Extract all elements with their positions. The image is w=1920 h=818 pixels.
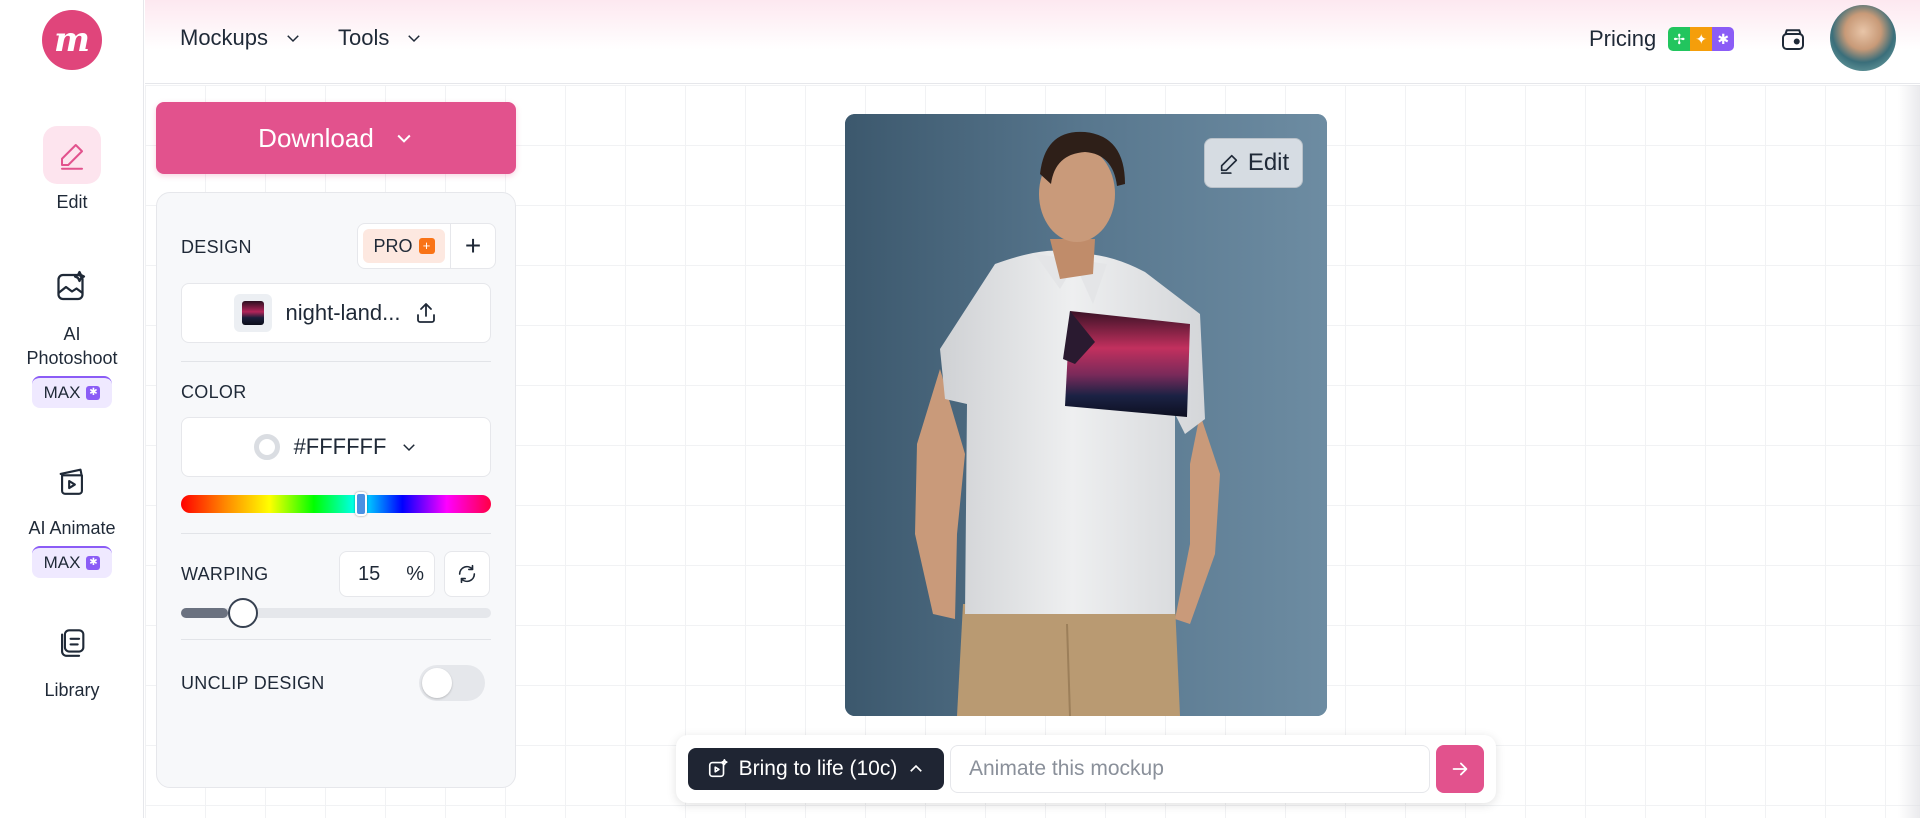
pencil-icon — [43, 126, 101, 184]
arrow-right-icon — [1452, 762, 1468, 776]
pricing-link[interactable]: Pricing ✢ ✦ ✱ — [1589, 22, 1735, 56]
sidebar-item-library[interactable]: Library — [0, 614, 144, 702]
sidebar-item-label: Library — [44, 680, 100, 700]
percent-unit: % — [406, 562, 424, 585]
design-thumbnail — [233, 294, 272, 332]
sidebar-item-ai-photoshoot[interactable]: AI Photoshoot MAX ✱ — [0, 258, 144, 408]
divider — [181, 533, 491, 534]
edit-mockup-button[interactable]: Edit — [1204, 138, 1303, 188]
plan-green-icon: ✢ — [1668, 27, 1691, 51]
chevron-down-icon — [397, 134, 411, 143]
design-file-field[interactable]: night-land... — [181, 283, 491, 343]
plan-badges: ✢ ✦ ✱ — [1668, 27, 1735, 51]
chevron-down-icon — [403, 444, 416, 452]
plus-badge-icon: + — [418, 238, 435, 254]
sparkle-icon: ✱ — [86, 556, 101, 570]
mockup-preview-image[interactable] — [845, 114, 1327, 716]
color-value: #FFFFFF — [293, 434, 387, 459]
photoshoot-icon — [43, 258, 101, 316]
pro-button[interactable]: PRO + — [357, 223, 451, 269]
video-sparkle-icon — [708, 759, 728, 778]
color-picker-field[interactable]: #FFFFFF — [181, 417, 491, 477]
chevron-down-icon — [287, 35, 299, 43]
download-label: Download — [258, 122, 374, 153]
warping-input[interactable]: % — [339, 551, 435, 597]
sidebar-item-label: AI Photoshoot — [26, 324, 118, 368]
library-icon — [43, 614, 101, 672]
divider — [181, 639, 491, 640]
design-settings-panel: DESIGN PRO + + night-land... COLOR #FFFF… — [156, 192, 516, 788]
max-badge: MAX ✱ — [31, 546, 113, 578]
right-edge-shadow — [1898, 85, 1920, 818]
download-button[interactable]: Download — [156, 102, 516, 174]
max-badge: MAX ✱ — [31, 376, 113, 408]
plus-icon: + — [464, 230, 482, 261]
max-badge-label: MAX — [43, 553, 81, 572]
color-swatch — [253, 434, 280, 460]
pricing-label: Pricing — [1589, 26, 1657, 51]
sparkle-icon: ✱ — [86, 386, 101, 400]
toggle-knob — [422, 668, 452, 698]
hue-slider-handle[interactable] — [354, 492, 367, 516]
nav-tools-label: Tools — [338, 25, 390, 50]
sidebar-item-edit[interactable]: Edit — [0, 126, 144, 214]
unclip-design-label: UNCLIP DESIGN — [181, 673, 325, 693]
animate-icon — [43, 452, 101, 510]
divider — [181, 361, 491, 362]
sidebar-item-label: Edit — [56, 192, 88, 212]
add-design-button[interactable]: + — [450, 223, 496, 269]
send-button[interactable] — [1436, 745, 1484, 793]
refresh-icon — [458, 564, 476, 584]
chevron-up-icon — [910, 764, 923, 772]
hue-slider[interactable] — [181, 492, 491, 516]
color-section-label: COLOR — [181, 382, 247, 402]
app-logo[interactable]: m — [42, 10, 102, 70]
tshirt-model-illustration — [845, 114, 1327, 716]
plan-orange-icon: ✦ — [1690, 27, 1713, 51]
pro-label: PRO — [373, 235, 413, 256]
plan-purple-icon: ✱ — [1712, 27, 1735, 51]
reset-warping-button[interactable] — [444, 551, 490, 597]
top-bar: Mockups Tools Pricing ✢ ✦ ✱ — [145, 0, 1920, 84]
warping-section-label: WARPING — [181, 564, 269, 584]
left-sidebar: m Edit AI Photoshoot MAX ✱ AI Animate MA… — [0, 0, 144, 818]
animate-bar: Bring to life (10c) — [676, 735, 1496, 803]
warping-value-input[interactable] — [358, 562, 398, 586]
pro-badge: PRO + — [363, 229, 445, 263]
nav-mockups[interactable]: Mockups — [180, 22, 302, 54]
bring-to-life-button[interactable]: Bring to life (10c) — [688, 748, 944, 790]
design-section-label: DESIGN — [181, 237, 252, 257]
warping-slider-knob[interactable] — [227, 598, 258, 628]
sidebar-item-label: AI Animate — [28, 518, 116, 538]
design-file-name: night-land... — [285, 300, 401, 325]
avatar[interactable] — [1830, 5, 1896, 71]
wallet-icon[interactable] — [1778, 24, 1808, 54]
chevron-down-icon — [408, 35, 421, 43]
max-badge-label: MAX — [43, 383, 81, 402]
nav-tools[interactable]: Tools — [338, 22, 423, 54]
bring-to-life-label: Bring to life (10c) — [738, 757, 898, 780]
upload-icon[interactable] — [414, 301, 438, 325]
warping-slider[interactable] — [181, 598, 491, 628]
edit-label: Edit — [1247, 149, 1290, 176]
warping-slider-fill — [181, 608, 228, 618]
unclip-design-toggle[interactable] — [419, 665, 485, 701]
nav-mockups-label: Mockups — [180, 25, 269, 50]
pencil-icon — [1220, 154, 1237, 174]
sidebar-item-ai-animate[interactable]: AI Animate MAX ✱ — [0, 452, 144, 578]
animate-prompt-input[interactable] — [950, 745, 1430, 793]
